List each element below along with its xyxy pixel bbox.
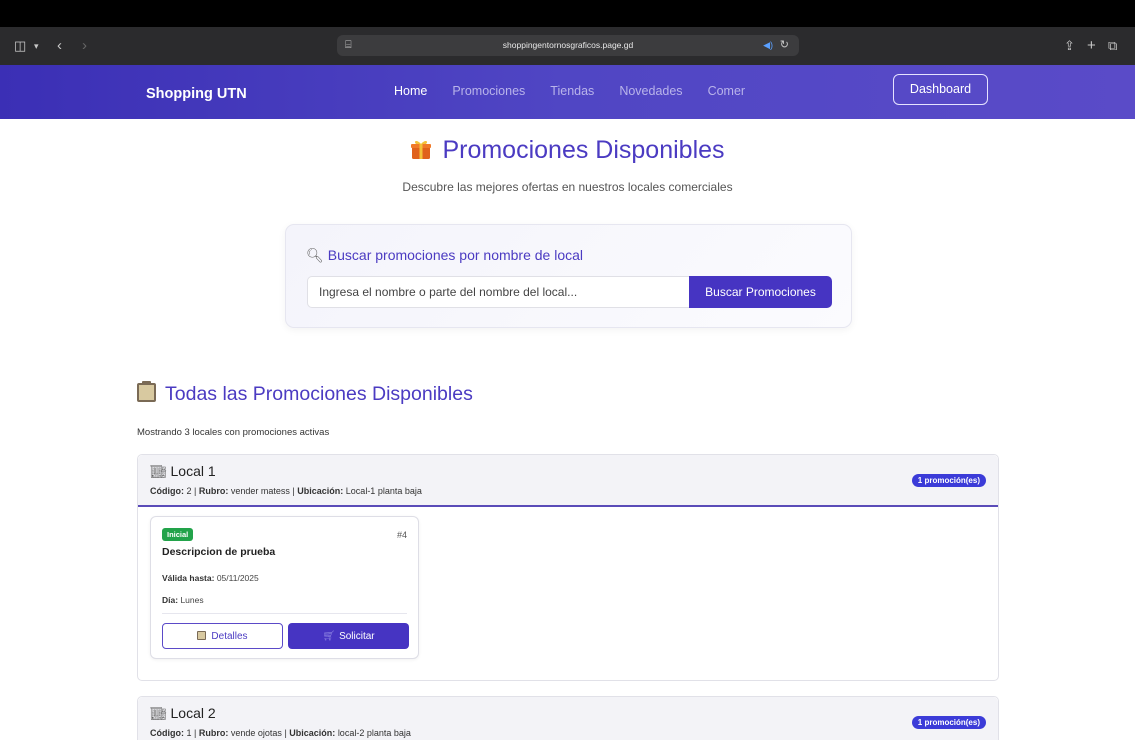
search-title-text: Buscar promociones por nombre de local [327,247,584,263]
search-button[interactable]: Buscar Promociones [689,276,832,308]
nav-link-promociones[interactable]: Promociones [452,65,525,119]
clipboard-icon [137,381,156,402]
nav-link-home[interactable]: Home [394,65,427,119]
brand-logo[interactable]: Shopping UTN [146,65,247,123]
reload-icon[interactable]: ↻ [780,35,789,56]
ubicacion-value: Local-1 planta baja [345,486,422,496]
valid-value: 05/11/2025 [216,573,259,583]
local-name-text: Local 2 [170,705,216,721]
os-top-strip [0,0,1135,27]
codigo-value: 1 [186,728,192,738]
gift-icon [410,138,432,160]
promo-number: #4 [396,530,407,540]
codigo-label: Código: [150,728,184,738]
details-label: Detalles [211,630,248,642]
local-meta: Código: 2 | Rubro: vender matess | Ubica… [150,486,422,496]
results-count-text: Mostrando 3 locales con promociones acti… [137,427,330,438]
local-card: 🏬︎ Local 1 Código: 2 | Rubro: vender mate… [137,454,999,681]
valid-label: Válida hasta: [162,573,215,583]
local-header: 🏬︎ Local 1 Código: 2 | Rubro: vender mate… [138,455,998,507]
promo-valid-until: Válida hasta: 05/11/2025 [162,573,259,583]
chevron-down-icon[interactable]: ▾ [34,27,39,65]
search-card: 🔍︎ Buscar promociones por nombre de local… [285,224,852,328]
local-name-text: Local 1 [170,463,216,479]
promo-count-badge: 1 promoción(es) [911,474,986,487]
cart-icon: 🛒︎ [322,630,336,642]
new-tab-icon[interactable]: + [1087,27,1096,65]
browser-toolbar: ◫ ▾ ‹ › ⌸ shoppingentornosgraficos.page.… [0,27,1135,65]
rubro-value: vende ojotas [230,728,282,738]
magnifier-icon: 🔍︎ [306,247,324,263]
clipboard-icon [197,630,207,640]
site-navbar: Shopping UTN Home Promociones Tiendas No… [0,65,1135,119]
back-icon[interactable]: ‹ [57,27,62,65]
audio-icon[interactable]: ◀) [763,35,773,56]
local-card: 🏬︎ Local 2 Código: 1 | Rubro: vende ojota… [137,696,999,740]
day-label: Día: [162,595,179,605]
section-title-text: Todas las Promociones Disponibles [165,383,473,405]
local-name: 🏬︎ Local 2 [150,705,216,722]
nav-links: Home Promociones Tiendas Novedades Comer [394,65,770,119]
promo-day: Día: Lunes [162,595,204,605]
details-button[interactable]: Detalles [162,623,283,649]
address-bar[interactable]: ⌸ shoppingentornosgraficos.page.gd ◀) ↻ [337,35,799,56]
rubro-label: Rubro: [198,728,229,738]
rubro-value: vender matess [230,486,290,496]
request-button[interactable]: 🛒︎ Solicitar [288,623,409,649]
share-icon[interactable]: ⇪ [1064,27,1075,65]
codigo-label: Código: [150,486,184,496]
tabs-overview-icon[interactable]: ⧉ [1108,27,1117,65]
codigo-value: 2 [186,486,192,496]
url-text: shoppingentornosgraficos.page.gd [502,40,634,50]
page-title: Promociones Disponibles [0,136,1135,165]
category-badge: Inicial [162,528,194,541]
dashboard-button[interactable]: Dashboard [893,74,988,105]
sidebar-icon[interactable]: ◫ [14,27,26,65]
page-subtitle: Descubre las mejores ofertas en nuestros… [402,180,733,194]
request-label: Solicitar [339,630,375,642]
nav-link-comer[interactable]: Comer [708,65,746,119]
search-input[interactable] [307,276,691,308]
search-title: 🔍︎ Buscar promociones por nombre de local [306,247,583,264]
ubicacion-label: Ubicación: [289,728,336,738]
local-meta: Código: 1 | Rubro: vende ojotas | Ubicac… [150,728,411,738]
page-title-text: Promociones Disponibles [442,136,725,164]
nav-link-tiendas[interactable]: Tiendas [550,65,594,119]
divider [162,613,407,614]
local-header: 🏬︎ Local 2 Código: 1 | Rubro: vende ojota… [138,697,998,740]
ubicacion-value: local-2 planta baja [337,728,411,738]
day-value: Lunes [180,595,204,605]
promo-count-badge: 1 promoción(es) [911,716,986,729]
local-name: 🏬︎ Local 1 [150,463,216,480]
promo-card: Inicial #4 Descripcion de prueba Válida … [150,516,419,659]
rubro-label: Rubro: [198,486,229,496]
nav-link-novedades[interactable]: Novedades [619,65,682,119]
forward-icon[interactable]: › [82,27,87,65]
store-icon: 🏬︎ [150,464,167,479]
section-title: Todas las Promociones Disponibles [137,381,473,406]
store-icon: 🏬︎ [150,706,167,721]
ubicacion-label: Ubicación: [297,486,344,496]
promo-description: Descripcion de prueba [162,546,276,558]
